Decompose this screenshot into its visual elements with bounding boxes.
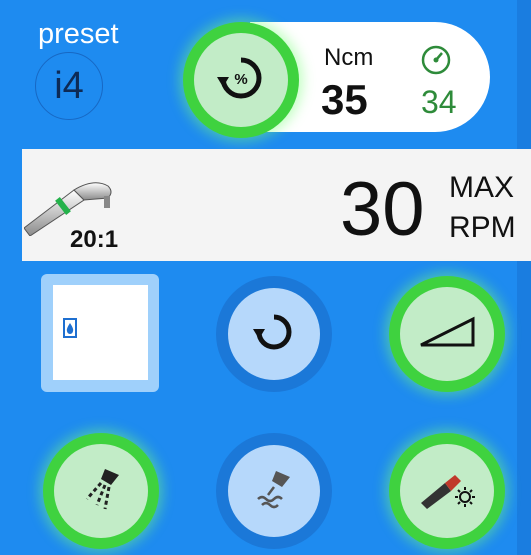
- torque-button[interactable]: %: [183, 22, 299, 138]
- torque-percent-icon: %: [216, 53, 266, 108]
- direction-button[interactable]: [216, 276, 332, 392]
- handpiece-light-icon: [415, 463, 479, 520]
- ramp-icon: [419, 315, 475, 354]
- gauge-icon: [420, 44, 452, 81]
- spray-icon: [75, 463, 127, 520]
- speed-unit-label: RPM: [449, 211, 516, 244]
- irrigation-button[interactable]: [216, 433, 332, 549]
- speed-max-label: MAX: [449, 171, 515, 204]
- preset-label: preset: [38, 18, 119, 50]
- preset-button[interactable]: i4: [35, 52, 103, 120]
- torque-value: 35: [321, 76, 368, 123]
- spray-button[interactable]: [43, 433, 159, 549]
- measured-torque-value: 34: [421, 84, 457, 120]
- ramp-button[interactable]: [389, 276, 505, 392]
- irrigation-icon: [248, 463, 300, 520]
- water-drop-icon: [63, 318, 77, 338]
- svg-text:%: %: [234, 71, 247, 88]
- light-button[interactable]: [389, 433, 505, 549]
- torque-unit-label: Ncm: [324, 44, 374, 71]
- speed-value: 30: [340, 167, 425, 252]
- reverse-rotation-icon: [251, 309, 297, 360]
- gear-ratio: 20:1: [70, 226, 119, 253]
